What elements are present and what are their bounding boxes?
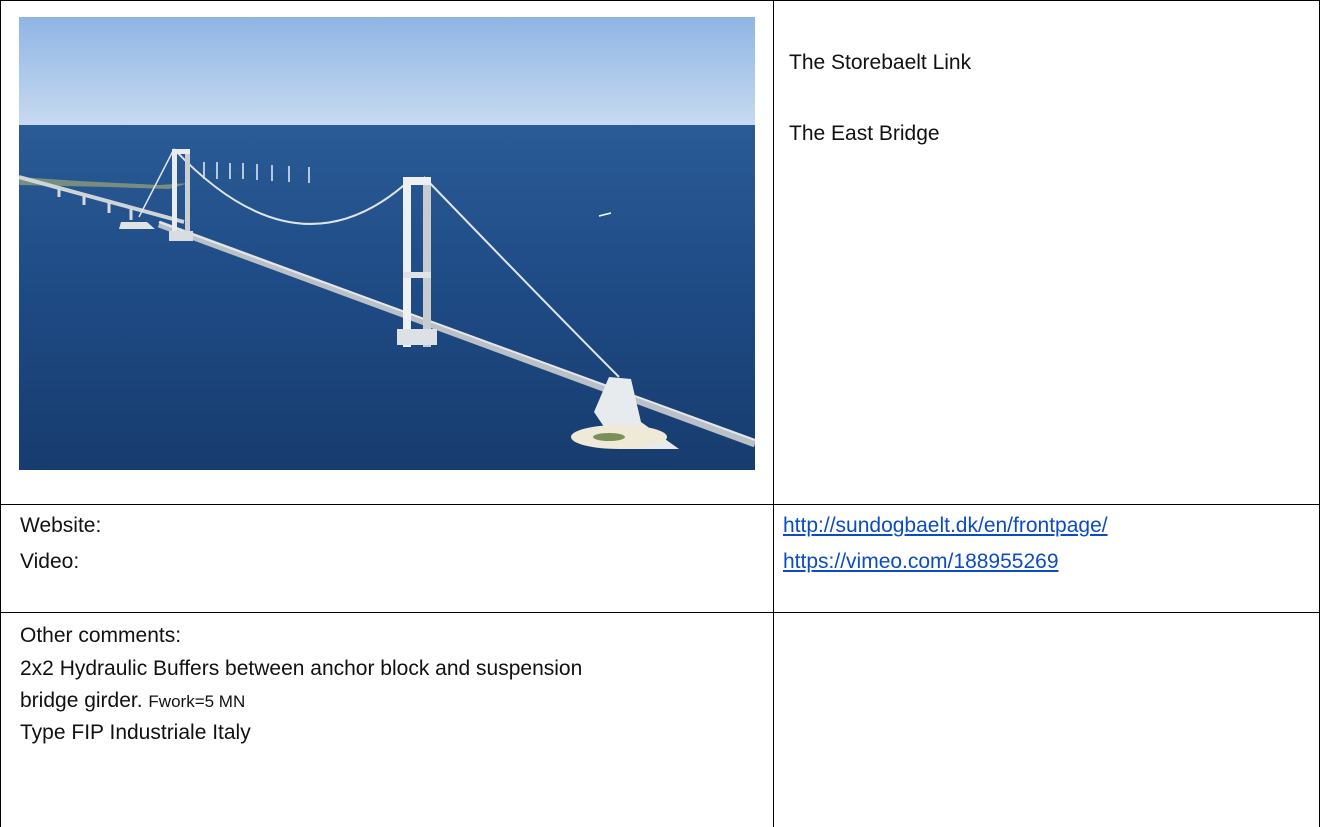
website-link[interactable]: http://sundogbaelt.dk/en/frontpage/ xyxy=(783,511,1108,540)
table-divider-vertical xyxy=(773,0,774,827)
video-link[interactable]: https://vimeo.com/188955269 xyxy=(783,547,1059,576)
comments-heading: Other comments: xyxy=(20,624,182,647)
table-border-top xyxy=(0,0,1320,1)
comments-line-2-text: bridge girder. xyxy=(20,689,149,712)
video-label: Video: xyxy=(20,550,80,573)
comments-line-1: 2x2 Hydraulic Buffers between anchor blo… xyxy=(20,657,583,680)
comments-line-2: bridge girder. Fwork=5 MN xyxy=(20,686,245,716)
bridge-name: The East Bridge xyxy=(789,122,940,145)
comments-line-3: Type FIP Industriale Italy xyxy=(20,721,251,744)
bridge-link-title: The Storebaelt Link xyxy=(789,51,972,74)
table-border-left xyxy=(0,0,1,827)
bridge-photo xyxy=(19,17,755,470)
table-divider-row2 xyxy=(0,612,1320,613)
table-divider-row1 xyxy=(0,504,1320,505)
website-label: Website: xyxy=(20,514,102,537)
suspension-bridge-illustration xyxy=(19,17,755,470)
work-force-value: Fwork=5 MN xyxy=(148,692,246,711)
